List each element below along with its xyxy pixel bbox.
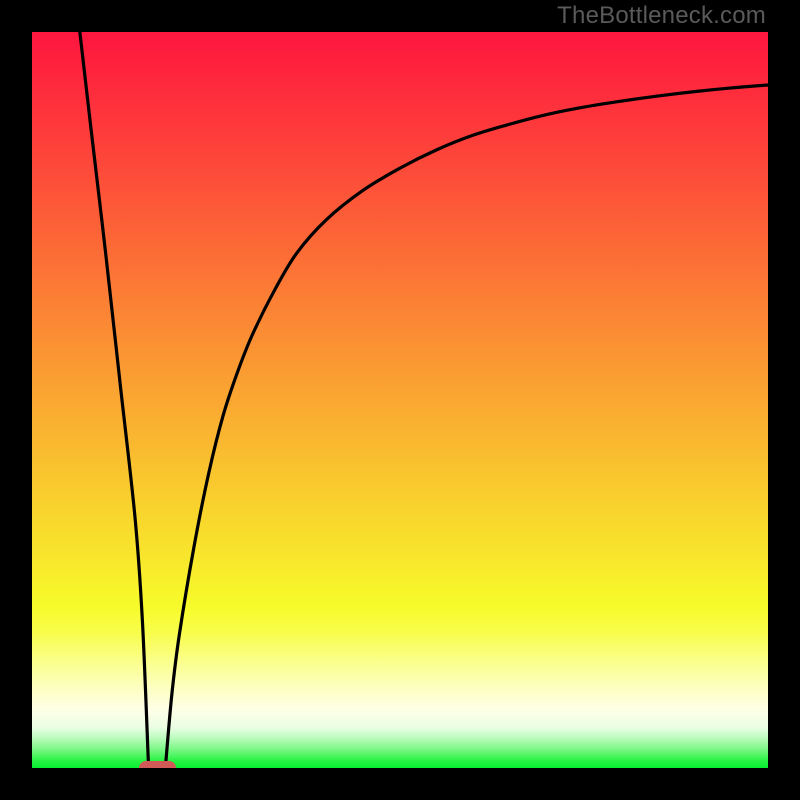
plot-area xyxy=(32,32,768,768)
frame: TheBottleneck.com xyxy=(0,0,800,800)
watermark-text: TheBottleneck.com xyxy=(557,2,766,30)
bottleneck-marker xyxy=(139,761,176,768)
bottleneck-curve xyxy=(32,32,768,768)
